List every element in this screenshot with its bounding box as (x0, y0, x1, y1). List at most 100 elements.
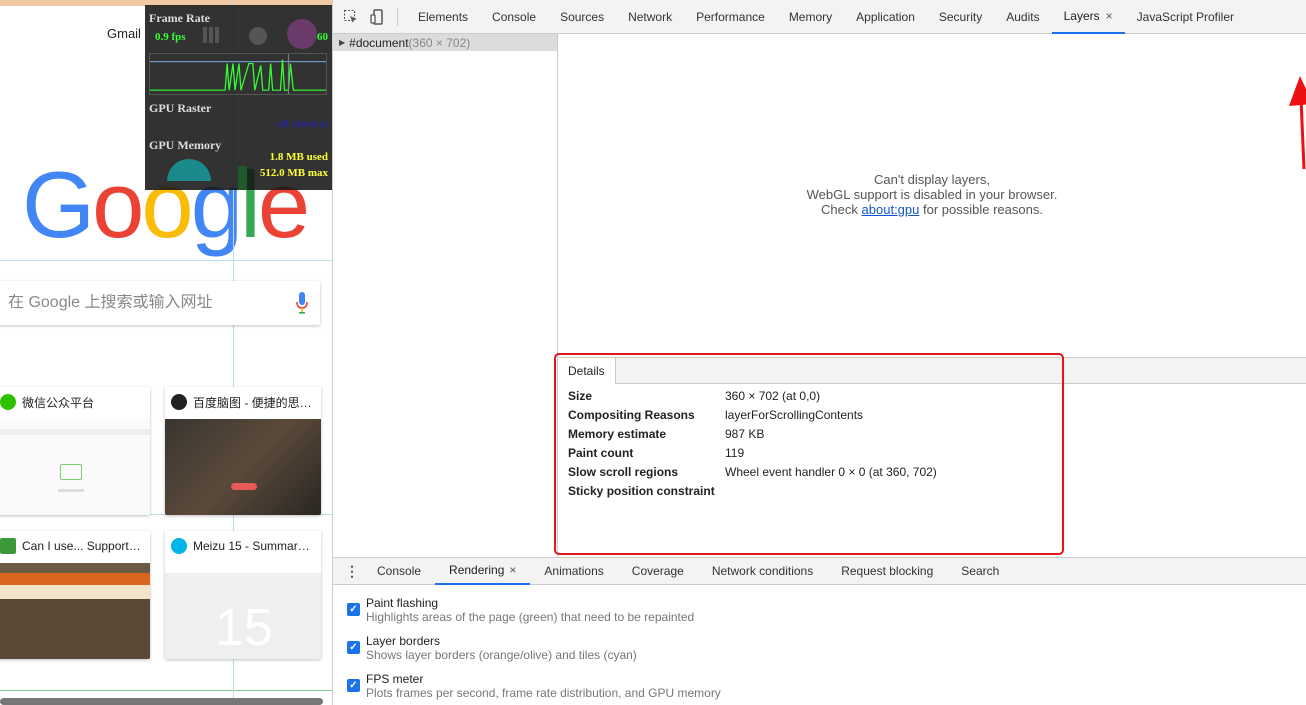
tile-thumbnail: 15 (165, 563, 321, 659)
details-row: Compositing Reasons layerForScrollingCont… (568, 406, 1268, 425)
tab-performance[interactable]: Performance (684, 0, 777, 34)
tab-label: Network conditions (711, 564, 814, 578)
close-tab-icon[interactable]: × (509, 563, 516, 577)
details-pane: Details Size 360 × 702 (at 0,0) Compositin… (558, 357, 1306, 557)
tile-title: 微信公众平台 (22, 395, 95, 410)
layer-size: (360 × 702) (408, 35, 471, 50)
gpu-raster-status: off (device) (276, 118, 328, 130)
layer-border-line (0, 260, 332, 261)
wechat-icon (0, 394, 16, 410)
layer-tree-row[interactable]: ▶ #document (360 × 702) (333, 34, 557, 51)
baidu-naotu-icon (171, 394, 187, 410)
more-tools-icon[interactable]: ⋮ (345, 564, 359, 578)
search-input[interactable] (8, 294, 278, 312)
drawer-tab-animations[interactable]: Animations (530, 557, 617, 585)
tab-layers[interactable]: Layers × (1051, 0, 1125, 34)
rendering-option: ✓ Paint flashing Highlights areas of the p… (347, 596, 847, 628)
checkbox[interactable]: ✓ (347, 603, 360, 616)
meizu-icon (171, 538, 187, 554)
message-line: WebGL support is disabled in your browse… (806, 187, 1058, 202)
message-line: Check about:gpu for possible reasons. (558, 202, 1306, 217)
search-box[interactable] (0, 281, 320, 325)
devtools-panel: Elements Console Sources Network Performance… (333, 0, 1306, 705)
checkbox[interactable]: ✓ (347, 679, 360, 692)
tile-thumbnail (165, 419, 321, 515)
gmail-link[interactable]: Gmail (107, 26, 141, 41)
details-row: Size 360 × 702 (at 0,0) (568, 387, 1268, 406)
gpu-memory-label: GPU Memory (149, 138, 222, 152)
details-key: Sticky position constraint (568, 484, 715, 498)
expand-triangle-icon[interactable]: ▶ (339, 38, 345, 47)
horizontal-scrollbar[interactable] (0, 698, 323, 705)
message-text: for possible reasons. (923, 202, 1043, 217)
fps-graph (149, 53, 327, 95)
fps-meter-overlay: Frame Rate 0.9 fps 1-60 GPU Raster off (… (145, 5, 332, 190)
drawer-tab-request-blocking[interactable]: Request blocking (827, 557, 947, 585)
tab-memory[interactable]: Memory (777, 0, 844, 34)
drawer-tab-coverage[interactable]: Coverage (618, 557, 698, 585)
details-row: Memory estimate 987 KB (568, 425, 1268, 444)
tab-audits[interactable]: Audits (994, 0, 1051, 34)
details-row: Sticky position constraint (568, 482, 1268, 501)
details-tabbar: Details (558, 358, 1306, 384)
close-tab-icon[interactable]: × (1106, 9, 1113, 23)
message-text: Check (821, 202, 858, 217)
tab-label: Audits (1006, 9, 1040, 24)
webgl-disabled-message: Can't display layers, WebGL support is d… (558, 172, 1306, 217)
tab-label: Application (856, 9, 915, 24)
option-title: FPS meter (366, 672, 424, 686)
tab-console[interactable]: Console (480, 0, 548, 34)
tab-label: Animations (544, 564, 604, 578)
details-key: Size (568, 389, 593, 403)
apps-grid-icon (203, 27, 219, 43)
tab-label: Coverage (631, 564, 684, 578)
details-row: Slow scroll regions Wheel event handler 0… (568, 463, 1268, 482)
tile-thumbnail (0, 563, 150, 659)
tab-elements[interactable]: Elements (406, 0, 480, 34)
drawer-tab-console[interactable]: Console (363, 557, 435, 585)
fps-value: 0.9 fps (155, 31, 186, 43)
tab-label: Elements (418, 9, 469, 24)
tab-security[interactable]: Security (927, 0, 994, 34)
tab-javascript-profiler[interactable]: JavaScript Profiler (1125, 0, 1246, 34)
checkbox[interactable]: ✓ (347, 641, 360, 654)
gpu-memory-max: 512.0 MB max (259, 167, 328, 179)
details-key: Compositing Reasons (568, 408, 695, 422)
drawer-tab-rendering[interactable]: Rendering × (435, 557, 531, 585)
drawer-tab-search[interactable]: Search (947, 557, 1013, 585)
message-line: Can't display layers, (874, 172, 990, 187)
details-value: 987 KB (725, 427, 765, 441)
gpu-raster-label: GPU Raster (149, 101, 212, 115)
annotation-arrow (1289, 76, 1306, 170)
option-description: Shows layer borders (orange/olive) and t… (366, 648, 637, 662)
most-visited-tile[interactable]: 微信公众平台 (0, 387, 150, 515)
drawer-tab-network-conditions[interactable]: Network conditions (698, 557, 827, 585)
details-key: Memory estimate (568, 427, 667, 441)
inspect-element-icon[interactable] (341, 7, 361, 27)
tab-sources[interactable]: Sources (548, 0, 616, 34)
devtools-toolbar: Elements Console Sources Network Performance… (333, 0, 1306, 34)
details-key: Slow scroll regions (568, 465, 679, 479)
about-gpu-link[interactable]: about:gpu (862, 202, 920, 217)
microphone-icon[interactable] (296, 292, 308, 314)
tab-network[interactable]: Network (616, 0, 684, 34)
tab-details[interactable]: Details (558, 358, 616, 384)
tab-label: Network (628, 9, 673, 24)
tab-label: JavaScript Profiler (1136, 9, 1235, 24)
details-value: 119 (725, 446, 745, 460)
panel-tabs: Elements Console Sources Network Performance… (406, 0, 1246, 34)
most-visited-tile[interactable]: Can I use... Support… (0, 531, 150, 659)
gpu-memory-gauge (167, 159, 211, 181)
drawer-tabbar: ⋮ Console Rendering × Animations Coverage Net… (333, 557, 1306, 585)
tab-label: Search (961, 564, 1000, 578)
device-toolbar-icon[interactable] (367, 7, 387, 27)
toolbar-separator (397, 7, 398, 26)
tile-title: Meizu 15 - Summar… (193, 539, 310, 553)
frame-rate-label: Frame Rate (149, 11, 210, 25)
tab-application[interactable]: Application (844, 0, 927, 34)
layer-border-line (0, 690, 332, 691)
most-visited-tile[interactable]: Meizu 15 - Summar… 15 (165, 531, 321, 659)
most-visited-tile[interactable]: 百度脑图 - 便捷的思… (165, 387, 321, 515)
details-value: 360 × 702 (at 0,0) (725, 389, 821, 403)
tab-label: Console (377, 564, 422, 578)
